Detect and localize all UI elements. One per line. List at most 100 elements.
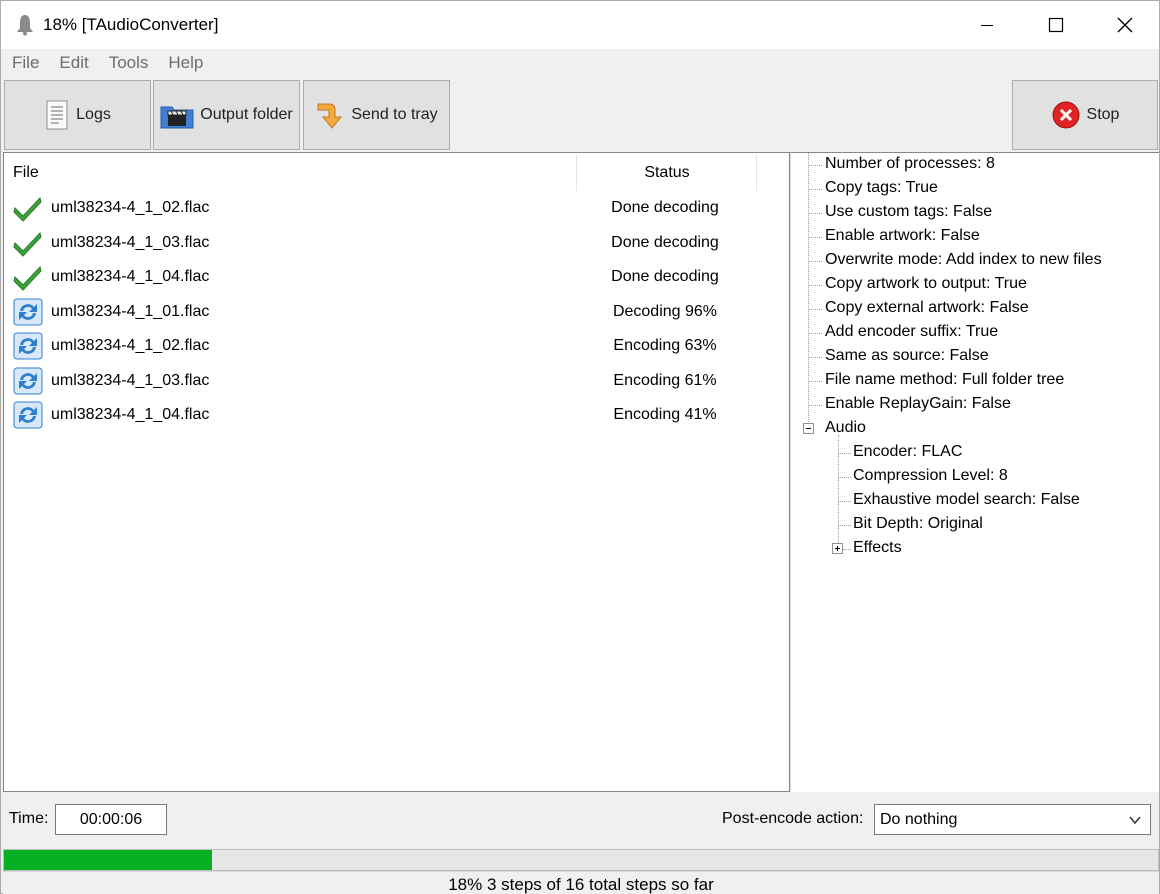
tree-connector (808, 165, 822, 166)
check-icon (13, 263, 43, 291)
refresh-icon (13, 367, 43, 395)
collapse-icon[interactable] (803, 423, 814, 434)
refresh-icon (13, 401, 43, 429)
expand-icon[interactable] (832, 543, 843, 554)
setting-item[interactable]: Bit Depth: Original (853, 515, 983, 533)
elapsed-time-field: 00:00:06 (55, 804, 167, 835)
settings-tree[interactable]: Number of processes: 8 Copy tags: True Use… (790, 152, 1159, 792)
check-icon (13, 194, 43, 222)
output-folder-button[interactable]: Output folder (153, 80, 300, 150)
file-name: uml38234-4_1_02.flac (51, 337, 210, 354)
file-status: Encoding 61% (613, 371, 717, 389)
menu-help[interactable]: Help (168, 53, 203, 73)
table-row[interactable]: uml38234-4_1_02.flac Done decoding (4, 191, 789, 226)
menu-edit[interactable]: Edit (59, 53, 88, 73)
tree-connector (808, 285, 822, 286)
minimize-button[interactable] (952, 1, 1021, 49)
column-header-status[interactable]: Status (577, 164, 757, 182)
tree-connector (808, 309, 822, 310)
logs-button[interactable]: Logs (4, 80, 151, 150)
tree-connector (838, 435, 839, 549)
tree-connector (808, 153, 809, 424)
menu-file[interactable]: File (12, 53, 39, 73)
table-row[interactable]: uml38234-4_1_01.flac Decoding 96% (4, 295, 789, 330)
file-status: Done decoding (611, 233, 719, 251)
list-header: File Status (4, 153, 789, 191)
file-status: Decoding 96% (612, 302, 718, 320)
tree-connector (808, 405, 822, 406)
file-list[interactable]: File Status uml38234-4_1_02.flac Done dec… (3, 152, 790, 792)
table-row[interactable]: uml38234-4_1_02.flac Encoding 63% (4, 329, 789, 364)
file-name: uml38234-4_1_04.flac (51, 268, 210, 285)
tree-connector (808, 333, 822, 334)
column-header-file[interactable]: File (13, 164, 39, 182)
table-row[interactable]: uml38234-4_1_03.flac Done decoding (4, 226, 789, 261)
refresh-icon (13, 332, 43, 360)
tree-connector (808, 381, 822, 382)
send-to-tray-button[interactable]: Send to tray (303, 80, 450, 150)
tree-connector (838, 501, 851, 502)
setting-item[interactable]: Same as source: False (825, 347, 989, 365)
file-name: uml38234-4_1_03.flac (51, 233, 210, 251)
send-to-tray-label: Send to tray (351, 106, 438, 123)
post-encode-label: Post-encode action: (722, 810, 864, 827)
tree-connector (838, 453, 851, 454)
document-icon (44, 100, 70, 130)
logs-label: Logs (76, 106, 111, 123)
stop-button[interactable]: Stop (1012, 80, 1158, 150)
setting-item[interactable]: Overwrite mode: Add index to new files (825, 251, 1102, 269)
file-status: Done decoding (611, 268, 719, 285)
app-window: 18% [TAudioConverter] File Edit Tools He… (0, 0, 1160, 894)
file-name: uml38234-4_1_02.flac (51, 199, 210, 216)
setting-item[interactable]: Use custom tags: False (825, 203, 992, 221)
file-status: Done decoding (611, 199, 719, 216)
maximize-button[interactable] (1021, 1, 1090, 49)
file-name: uml38234-4_1_03.flac (51, 371, 210, 389)
title-bar: 18% [TAudioConverter] (1, 1, 1159, 49)
status-bar: 18% 3 steps of 16 total steps so far (3, 871, 1159, 894)
file-status: Encoding 41% (613, 406, 717, 423)
post-encode-value: Do nothing (880, 811, 958, 828)
tree-node-effects[interactable]: Effects (853, 539, 902, 557)
file-name: uml38234-4_1_04.flac (51, 406, 210, 423)
tree-connector (808, 261, 822, 262)
setting-item[interactable]: Copy tags: True (825, 179, 938, 197)
elapsed-time-value: 00:00:06 (79, 810, 143, 828)
tree-connector (838, 477, 851, 478)
tree-connector (838, 525, 851, 526)
setting-item[interactable]: Compression Level: 8 (853, 467, 1008, 485)
table-row[interactable]: uml38234-4_1_03.flac Encoding 61% (4, 364, 789, 399)
arrow-down-right-icon (315, 100, 345, 130)
status-text: 18% 3 steps of 16 total steps so far (448, 875, 714, 894)
output-folder-label: Output folder (200, 106, 293, 123)
tree-connector (808, 237, 822, 238)
progress-fill (4, 850, 212, 870)
setting-item[interactable]: Enable artwork: False (825, 227, 980, 245)
setting-item[interactable]: Number of processes: 8 (825, 155, 995, 173)
setting-item[interactable]: File name method: Full folder tree (825, 371, 1064, 389)
tree-connector (808, 357, 822, 358)
video-folder-icon (160, 101, 194, 129)
tree-connector (843, 549, 851, 550)
setting-item[interactable]: Encoder: FLAC (853, 443, 962, 461)
check-icon (13, 229, 43, 257)
menu-tools[interactable]: Tools (109, 53, 149, 73)
table-row[interactable]: uml38234-4_1_04.flac Encoding 41% (4, 398, 789, 433)
table-row[interactable]: uml38234-4_1_04.flac Done decoding (4, 260, 789, 295)
tree-node-audio[interactable]: Audio (825, 419, 866, 437)
bell-icon (15, 14, 35, 36)
refresh-icon (13, 298, 43, 326)
close-button[interactable] (1090, 1, 1159, 49)
setting-item[interactable]: Enable ReplayGain: False (825, 395, 1011, 413)
column-divider[interactable] (756, 155, 757, 191)
setting-item[interactable]: Add encoder suffix: True (825, 323, 998, 341)
setting-item[interactable]: Copy external artwork: False (825, 299, 1029, 317)
time-label: Time: (9, 810, 49, 827)
post-encode-select[interactable]: Do nothing (874, 804, 1151, 835)
file-status: Encoding 63% (613, 337, 717, 354)
progress-bar (3, 849, 1159, 871)
file-name: uml38234-4_1_01.flac (51, 302, 210, 320)
setting-item[interactable]: Copy artwork to output: True (825, 275, 1027, 293)
setting-item[interactable]: Exhaustive model search: False (853, 491, 1080, 509)
tree-connector (808, 189, 822, 190)
